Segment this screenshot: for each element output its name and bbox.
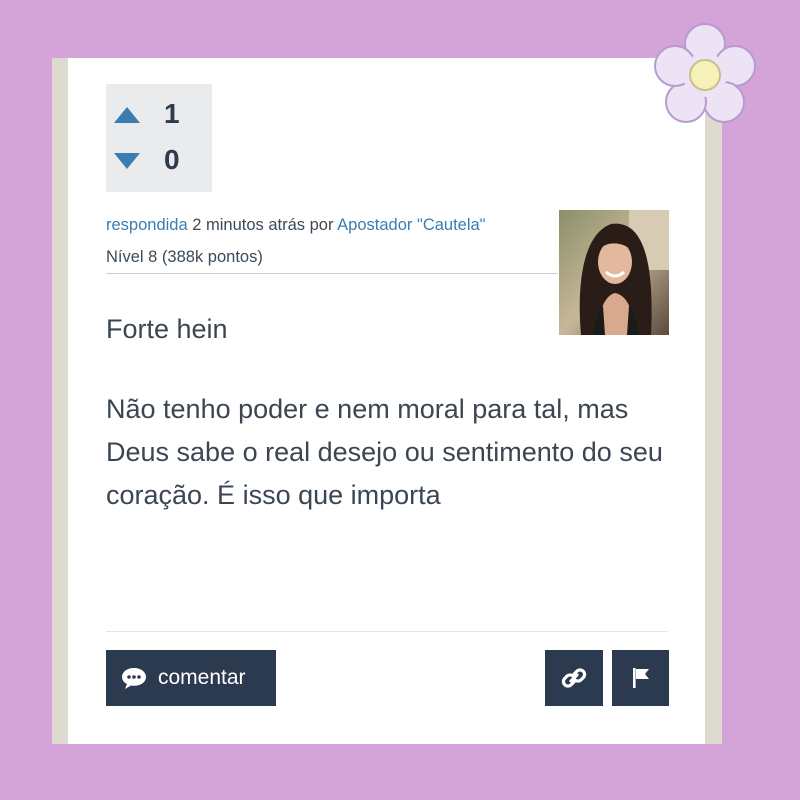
- flag-icon: [632, 668, 649, 688]
- vote-panel: 1 0: [106, 84, 212, 192]
- author-link[interactable]: Apostador "Cautela": [337, 216, 485, 234]
- answer-time: 2 minutos atrás por: [187, 216, 338, 234]
- upvote-count: 1: [164, 98, 180, 129]
- avatar[interactable]: [559, 210, 669, 335]
- meta-divider: [106, 273, 558, 274]
- answered-link[interactable]: respondida: [106, 216, 188, 234]
- author-level: Nível 8 (388k pontos): [106, 248, 263, 266]
- downvote-row: 0: [106, 140, 212, 180]
- permalink-button[interactable]: [545, 650, 603, 706]
- speech-bubble-icon: [122, 668, 146, 689]
- comment-button[interactable]: comentar: [106, 650, 276, 706]
- chain-link-icon: [561, 668, 587, 688]
- answer-paragraph-2: Não tenho poder e nem moral para tal, ma…: [106, 394, 663, 510]
- answer-paragraph-1: Forte hein: [106, 314, 228, 344]
- upvote-row: 1: [106, 94, 212, 134]
- answer-meta: respondida 2 minutos atrás por Apostador…: [106, 216, 486, 235]
- downvote-count: 0: [164, 144, 180, 175]
- footer-divider: [106, 631, 668, 632]
- flower-sticker: [654, 23, 756, 123]
- flag-button[interactable]: [612, 650, 669, 706]
- triangle-up-icon[interactable]: [114, 107, 140, 123]
- comment-button-label: comentar: [158, 666, 246, 689]
- triangle-down-icon[interactable]: [114, 153, 140, 169]
